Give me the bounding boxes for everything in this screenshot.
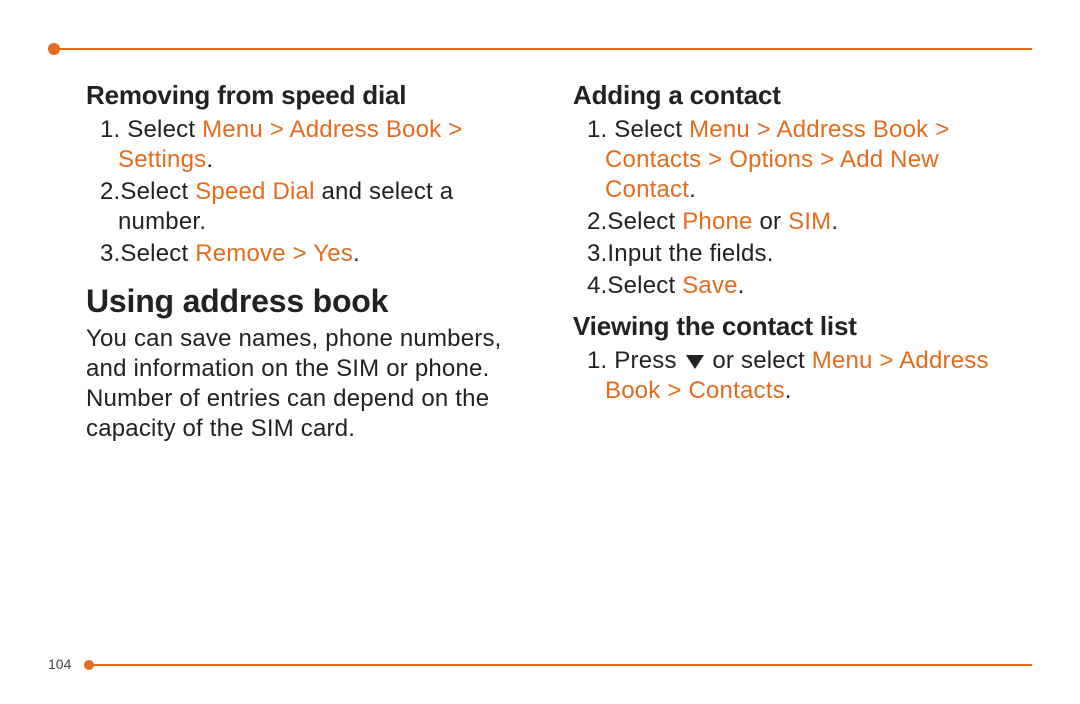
step-text: or select bbox=[706, 347, 812, 374]
right-column: Adding a contact 1. Select Menu > Addres… bbox=[573, 74, 1032, 634]
footer: 104 bbox=[48, 658, 1032, 672]
step-text: Select bbox=[120, 240, 195, 267]
section-heading-removing: Removing from speed dial bbox=[86, 80, 545, 111]
list-item: 2.Select Phone or SIM. bbox=[587, 207, 1032, 237]
down-triangle-icon bbox=[686, 355, 704, 369]
page-number: 104 bbox=[48, 656, 71, 672]
section-heading-using: Using address book bbox=[86, 283, 545, 320]
list-item: 1. Select Menu > Address Book > Contacts… bbox=[587, 115, 1032, 205]
step-text: . bbox=[353, 240, 360, 267]
step-text: . bbox=[689, 176, 696, 203]
ui-path: Remove > Yes bbox=[195, 240, 353, 267]
step-text: Select bbox=[607, 208, 682, 235]
ui-path: Phone bbox=[682, 208, 752, 235]
list-item: 3.Select Remove > Yes. bbox=[100, 239, 545, 269]
list-item: 4.Select Save. bbox=[587, 271, 1032, 301]
step-text: Select bbox=[127, 116, 202, 143]
steps-viewing: 1. Press or select Menu > Address Book >… bbox=[573, 346, 1032, 406]
step-text: or bbox=[753, 208, 788, 235]
section-heading-adding: Adding a contact bbox=[573, 80, 1032, 111]
step-text: Select bbox=[614, 116, 689, 143]
step-text: . bbox=[785, 377, 792, 404]
left-column: Removing from speed dial 1. Select Menu … bbox=[86, 74, 545, 634]
step-text: . bbox=[831, 208, 838, 235]
step-text: Select bbox=[607, 272, 682, 299]
list-item: 2.Select Speed Dial and select a number. bbox=[100, 177, 545, 237]
step-text: . bbox=[206, 146, 213, 173]
ui-path: Speed Dial bbox=[195, 178, 314, 205]
step-text: Input the fields. bbox=[607, 240, 773, 267]
list-item: 1. Press or select Menu > Address Book >… bbox=[587, 346, 1032, 406]
top-rule-line bbox=[58, 48, 1032, 50]
steps-removing: 1. Select Menu > Address Book > Settings… bbox=[86, 115, 545, 269]
step-text: Select bbox=[120, 178, 195, 205]
page-body: Removing from speed dial 1. Select Menu … bbox=[86, 74, 1032, 634]
body-paragraph: You can save names, phone numbers, and i… bbox=[86, 324, 545, 444]
step-text: . bbox=[738, 272, 745, 299]
list-item: 3.Input the fields. bbox=[587, 239, 1032, 269]
footer-line bbox=[92, 664, 1032, 666]
step-text: Press bbox=[614, 347, 683, 374]
top-rule bbox=[48, 46, 1032, 58]
ui-path: Save bbox=[682, 272, 738, 299]
steps-adding: 1. Select Menu > Address Book > Contacts… bbox=[573, 115, 1032, 301]
ui-path: SIM bbox=[788, 208, 831, 235]
list-item: 1. Select Menu > Address Book > Settings… bbox=[100, 115, 545, 175]
section-heading-viewing: Viewing the contact list bbox=[573, 311, 1032, 342]
